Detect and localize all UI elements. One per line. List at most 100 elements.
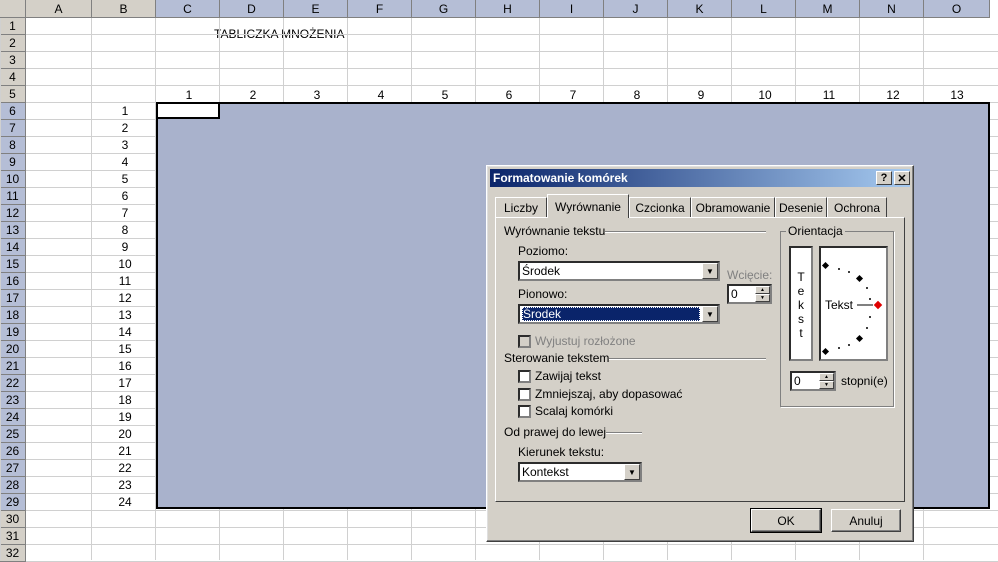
header-number-cell[interactable]: 6 [478, 88, 540, 102]
row-header-10[interactable]: 10 [0, 171, 26, 188]
chevron-down-icon[interactable]: ▼ [702, 306, 718, 322]
row-header-9[interactable]: 9 [0, 154, 26, 171]
row-header-32[interactable]: 32 [0, 545, 26, 562]
row-number-cell[interactable]: 7 [94, 206, 156, 220]
row-number-cell[interactable]: 10 [94, 257, 156, 271]
tab-desenie[interactable]: Desenie [775, 197, 827, 217]
tab-obramowanie[interactable]: Obramowanie [691, 197, 775, 217]
spin-up-icon[interactable]: ▲ [819, 373, 834, 381]
chevron-down-icon[interactable]: ▼ [702, 263, 718, 279]
row-header-7[interactable]: 7 [0, 120, 26, 137]
header-number-cell[interactable]: 12 [862, 88, 924, 102]
row-header-8[interactable]: 8 [0, 137, 26, 154]
merge-cells-checkbox[interactable]: Scalaj komórki [518, 404, 613, 418]
header-number-cell[interactable]: 1 [158, 88, 220, 102]
row-header-16[interactable]: 16 [0, 273, 26, 290]
row-header-2[interactable]: 2 [0, 35, 26, 52]
row-header-28[interactable]: 28 [0, 477, 26, 494]
horizontal-select[interactable]: Środek ▼ [518, 261, 720, 281]
row-number-cell[interactable]: 13 [94, 308, 156, 322]
row-header-31[interactable]: 31 [0, 528, 26, 545]
row-header-26[interactable]: 26 [0, 443, 26, 460]
chevron-down-icon[interactable]: ▼ [624, 464, 640, 480]
header-number-cell[interactable]: 8 [606, 88, 668, 102]
header-number-cell[interactable]: 3 [286, 88, 348, 102]
row-header-13[interactable]: 13 [0, 222, 26, 239]
row-header-24[interactable]: 24 [0, 409, 26, 426]
checkbox-box[interactable] [518, 369, 531, 383]
header-number-cell[interactable]: 4 [350, 88, 412, 102]
column-header-m[interactable]: M [796, 0, 860, 18]
tab-liczby[interactable]: Liczby [495, 197, 547, 217]
shrink-to-fit-checkbox[interactable]: Zmniejszaj, aby dopasować [518, 387, 682, 401]
row-number-cell[interactable]: 15 [94, 342, 156, 356]
header-number-cell[interactable]: 2 [222, 88, 284, 102]
column-header-a[interactable]: A [26, 0, 92, 18]
column-header-c[interactable]: C [156, 0, 220, 18]
row-number-cell[interactable]: 1 [94, 104, 156, 118]
row-number-cell[interactable]: 18 [94, 393, 156, 407]
dial-handle[interactable] [873, 300, 883, 310]
column-header-e[interactable]: E [284, 0, 348, 18]
row-number-cell[interactable]: 23 [94, 478, 156, 492]
row-number-cell[interactable]: 22 [94, 461, 156, 475]
row-header-23[interactable]: 23 [0, 392, 26, 409]
close-button[interactable]: ✕ [894, 171, 910, 185]
row-header-15[interactable]: 15 [0, 256, 26, 273]
row-header-5[interactable]: 5 [0, 86, 26, 103]
row-header-3[interactable]: 3 [0, 52, 26, 69]
row-header-11[interactable]: 11 [0, 188, 26, 205]
degrees-spinner[interactable]: 0 ▲ ▼ [790, 371, 836, 391]
row-number-cell[interactable]: 24 [94, 495, 156, 509]
column-header-f[interactable]: F [348, 0, 412, 18]
checkbox-box[interactable] [518, 334, 531, 348]
column-header-k[interactable]: K [668, 0, 732, 18]
header-number-cell[interactable]: 7 [542, 88, 604, 102]
column-header-j[interactable]: J [604, 0, 668, 18]
row-number-cell[interactable]: 4 [94, 155, 156, 169]
column-header-o[interactable]: O [924, 0, 990, 18]
tab-czcionka[interactable]: Czcionka [629, 197, 691, 217]
row-header-25[interactable]: 25 [0, 426, 26, 443]
wrap-text-checkbox[interactable]: Zawijaj tekst [518, 369, 601, 383]
header-number-cell[interactable]: 5 [414, 88, 476, 102]
header-number-cell[interactable]: 11 [798, 88, 860, 102]
row-header-12[interactable]: 12 [0, 205, 26, 222]
row-number-cell[interactable]: 14 [94, 325, 156, 339]
row-header-21[interactable]: 21 [0, 358, 26, 375]
row-number-cell[interactable]: 5 [94, 172, 156, 186]
spin-down-icon[interactable]: ▼ [755, 294, 770, 302]
column-header-l[interactable]: L [732, 0, 796, 18]
row-number-cell[interactable]: 19 [94, 410, 156, 424]
row-header-22[interactable]: 22 [0, 375, 26, 392]
vertical-text-box[interactable]: Tekst [789, 246, 813, 361]
checkbox-box[interactable] [518, 404, 531, 418]
row-header-1[interactable]: 1 [0, 18, 26, 35]
row-number-cell[interactable]: 3 [94, 138, 156, 152]
vertical-select[interactable]: Środek ▼ [518, 304, 720, 324]
tab-wyrownanie[interactable]: Wyrównanie [547, 194, 629, 218]
row-number-cell[interactable]: 12 [94, 291, 156, 305]
spin-down-icon[interactable]: ▼ [819, 381, 834, 389]
tab-ochrona[interactable]: Ochrona [827, 197, 887, 217]
column-header-d[interactable]: D [220, 0, 284, 18]
row-header-6[interactable]: 6 [0, 103, 26, 120]
row-header-27[interactable]: 27 [0, 460, 26, 477]
row-number-cell[interactable]: 20 [94, 427, 156, 441]
checkbox-box[interactable] [518, 387, 531, 401]
row-number-cell[interactable]: 8 [94, 223, 156, 237]
column-header-h[interactable]: H [476, 0, 540, 18]
row-number-cell[interactable]: 9 [94, 240, 156, 254]
header-number-cell[interactable]: 13 [926, 88, 988, 102]
justify-distributed-checkbox[interactable]: Wyjustuj rozłożone [518, 334, 636, 348]
column-header-n[interactable]: N [860, 0, 924, 18]
row-header-29[interactable]: 29 [0, 494, 26, 511]
spin-up-icon[interactable]: ▲ [755, 286, 770, 294]
text-direction-select[interactable]: Kontekst ▼ [518, 462, 642, 482]
header-number-cell[interactable]: 10 [734, 88, 796, 102]
dialog-titlebar[interactable]: Formatowanie komórek ? ✕ [490, 169, 910, 187]
row-number-cell[interactable]: 21 [94, 444, 156, 458]
row-header-19[interactable]: 19 [0, 324, 26, 341]
row-header-14[interactable]: 14 [0, 239, 26, 256]
row-header-4[interactable]: 4 [0, 69, 26, 86]
